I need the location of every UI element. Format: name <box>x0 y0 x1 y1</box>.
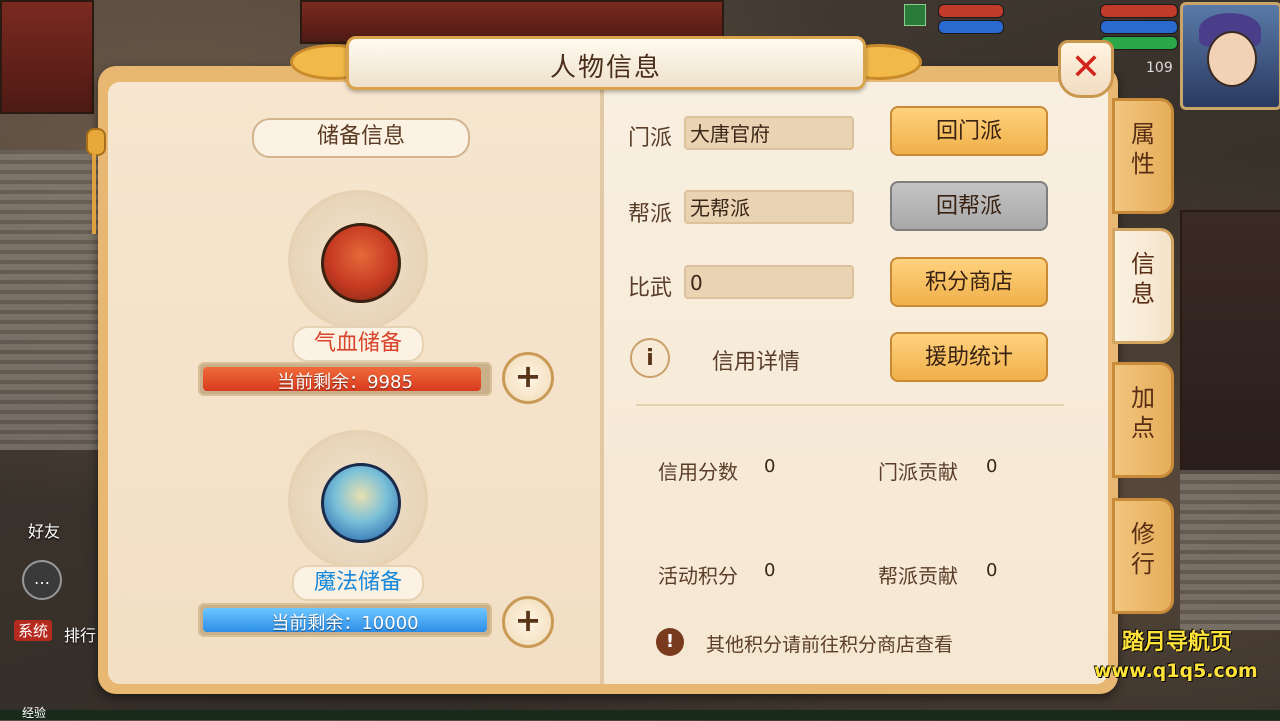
faction-contrib-value: 0 <box>986 456 998 477</box>
credit-details-link[interactable]: 信用详情 <box>712 344 800 376</box>
watermark-url: www.q1q5.com <box>1094 660 1258 682</box>
guild-contrib-label: 帮派贡献 <box>878 564 958 588</box>
activity-points-value: 0 <box>764 560 776 581</box>
credit-score-value: 0 <box>764 456 776 477</box>
system-tag: 系统 <box>14 620 53 641</box>
tassel-ornament <box>86 88 106 238</box>
tab-cultivation-label: 修 行 <box>1131 520 1155 578</box>
reserve-section-label: 储备信息 <box>252 118 470 158</box>
hp-store-bar: 当前剩余：9985 <box>198 362 492 396</box>
tassel-cord <box>92 154 96 234</box>
info-column <box>604 82 1108 684</box>
guild-value: 无帮派 <box>684 190 854 224</box>
panel-title: 人物信息 <box>549 53 662 83</box>
credit-score-label: 信用分数 <box>658 460 738 484</box>
mp-store-label: 魔法储备 <box>292 565 425 601</box>
warning-icon: ! <box>656 628 684 656</box>
hp-soup-bowl-icon <box>321 223 401 303</box>
avatar-face <box>1207 31 1257 87</box>
title-bar: 人物信息 <box>346 36 866 90</box>
plus-icon: + <box>514 357 542 395</box>
mp-store-remaining: 当前剩余：10000 <box>271 613 419 634</box>
faction-label: 门派 <box>628 126 673 151</box>
close-button[interactable]: ✕ <box>1058 40 1114 98</box>
tab-cultivation[interactable]: 修 行 <box>1112 498 1174 614</box>
tab-attributes-label: 属 性 <box>1131 120 1155 178</box>
chat-icon[interactable]: … <box>22 560 62 600</box>
mp-store-bar: 当前剩余：10000 <box>198 603 492 637</box>
xp-bar <box>0 710 1280 720</box>
watermark-title: 踏月导航页 <box>1122 630 1233 655</box>
faction-value: 大唐官府 <box>684 116 854 150</box>
points-shop-button[interactable]: 积分商店 <box>890 257 1048 307</box>
hp-bowl-frame <box>288 190 428 330</box>
mp-bar-small <box>938 20 1004 34</box>
plus-icon: + <box>514 601 542 639</box>
hp-bar-player <box>1100 4 1178 18</box>
section-divider <box>636 404 1064 406</box>
hp-store-remaining: 当前剩余：9985 <box>277 372 413 393</box>
player-level: 109 <box>1146 60 1173 76</box>
bg-stairs-right <box>1180 470 1280 630</box>
friends-label[interactable]: 好友 <box>28 518 60 542</box>
return-faction-button[interactable]: 回门派 <box>890 106 1048 156</box>
assist-stats-button[interactable]: 援助统计 <box>890 332 1048 382</box>
mp-bowl-frame <box>288 430 428 570</box>
mp-soup-bowl-icon <box>321 463 401 543</box>
mp-store-add-button[interactable]: + <box>502 596 554 648</box>
rank-label[interactable]: 排行 <box>64 622 96 646</box>
return-guild-button[interactable]: 回帮派 <box>890 181 1048 231</box>
faction-contrib-label: 门派贡献 <box>878 460 958 484</box>
close-x-icon: ✕ <box>1070 47 1102 88</box>
tab-attributes[interactable]: 属 性 <box>1112 98 1174 214</box>
hp-store-label: 气血储备 <box>292 326 425 362</box>
guild-contrib-value: 0 <box>986 560 998 581</box>
tab-add-points[interactable]: 加 点 <box>1112 362 1174 478</box>
pk-value: 0 <box>684 265 854 299</box>
bg-stairs-left <box>0 150 100 450</box>
info-icon[interactable]: i <box>630 338 670 378</box>
tab-add-points-label: 加 点 <box>1131 384 1155 442</box>
hp-store-add-button[interactable]: + <box>502 352 554 404</box>
player-avatar[interactable] <box>1180 2 1280 110</box>
status-icon[interactable] <box>904 4 926 26</box>
tab-info-label: 信 息 <box>1131 250 1155 308</box>
xp-label: 经验 <box>22 706 47 720</box>
pk-label: 比武 <box>628 276 673 301</box>
activity-points-label: 活动积分 <box>658 564 738 588</box>
tab-info[interactable]: 信 息 <box>1112 228 1174 344</box>
bg-building-right <box>1180 210 1280 474</box>
guild-label: 帮派 <box>628 202 673 227</box>
mp-bar-player <box>1100 20 1178 34</box>
tassel-knot <box>86 128 106 156</box>
hp-bar-small <box>938 4 1004 18</box>
bg-building-left <box>0 0 94 114</box>
points-note: 其他积分请前往积分商店查看 <box>706 634 954 656</box>
